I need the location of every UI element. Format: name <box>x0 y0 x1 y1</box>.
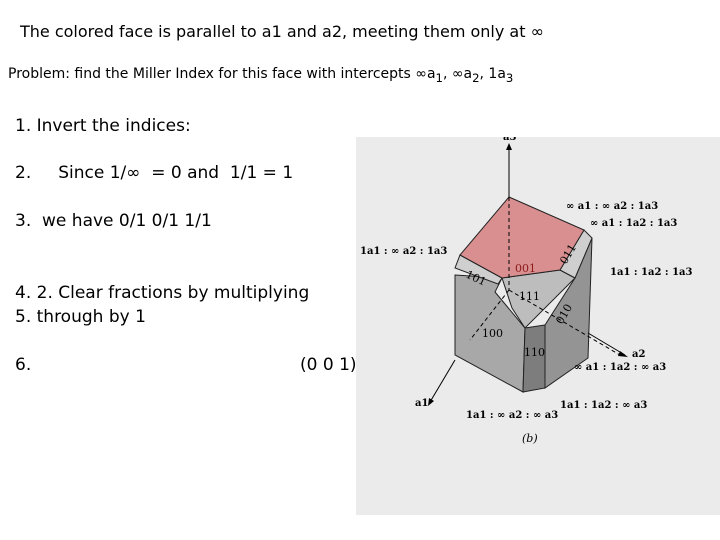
sub-2: 2 <box>472 70 480 85</box>
step-6: 6. <box>15 355 32 375</box>
label-011: ∞ a1 : 1a2 : 1a3 <box>590 218 677 229</box>
axis-a3: a3 <box>503 137 516 143</box>
slide-title: The colored face is parallel to a1 and a… <box>20 22 544 41</box>
label-001: ∞ a1 : ∞ a2 : 1a3 <box>566 201 658 212</box>
figure-caption: (b) <box>522 432 538 445</box>
step-2: 2. Since 1/∞ = 0 and 1/1 = 1 <box>15 163 294 183</box>
problem-sep-1: , ∞a <box>442 66 473 82</box>
face-label-111: 111 <box>519 290 540 303</box>
answer: (0 0 1) <box>300 355 357 375</box>
slide: The colored face is parallel to a1 and a… <box>0 0 720 540</box>
face-label-100: 100 <box>482 327 503 340</box>
face-label-110: 110 <box>524 346 545 359</box>
axis-a1: a1 <box>415 398 428 409</box>
label-010: ∞ a1 : 1a2 : ∞ a3 <box>574 362 666 373</box>
label-111: 1a1 : 1a2 : 1a3 <box>610 267 693 278</box>
a1-axis <box>429 359 456 403</box>
step-4: 4. 2. Clear fractions by multiplying <box>15 283 310 303</box>
sub-3: 3 <box>505 70 514 85</box>
step-3: 3. we have 0/1 0/1 1/1 <box>15 211 212 231</box>
face-label-001: 001 <box>515 262 536 275</box>
sub-1: 1 <box>435 70 443 85</box>
problem-text: Problem: find the Miller Index for this … <box>8 66 436 82</box>
problem-sep-2: , 1a <box>479 66 506 82</box>
a2-axis <box>587 332 626 356</box>
label-100: 1a1 : ∞ a2 : ∞ a3 <box>466 410 558 421</box>
problem-statement: Problem: find the Miller Index for this … <box>8 66 513 85</box>
axis-a2: a2 <box>632 349 645 360</box>
step-5: 5. through by 1 <box>15 307 146 327</box>
label-101: 1a1 : ∞ a2 : 1a3 <box>360 246 447 257</box>
crystal-figure: a3 a2 a1 001 101 011 111 100 110 010 ∞ a… <box>356 137 720 515</box>
step-1: 1. Invert the indices: <box>15 116 191 136</box>
label-110: 1a1 : 1a2 : ∞ a3 <box>560 400 647 411</box>
